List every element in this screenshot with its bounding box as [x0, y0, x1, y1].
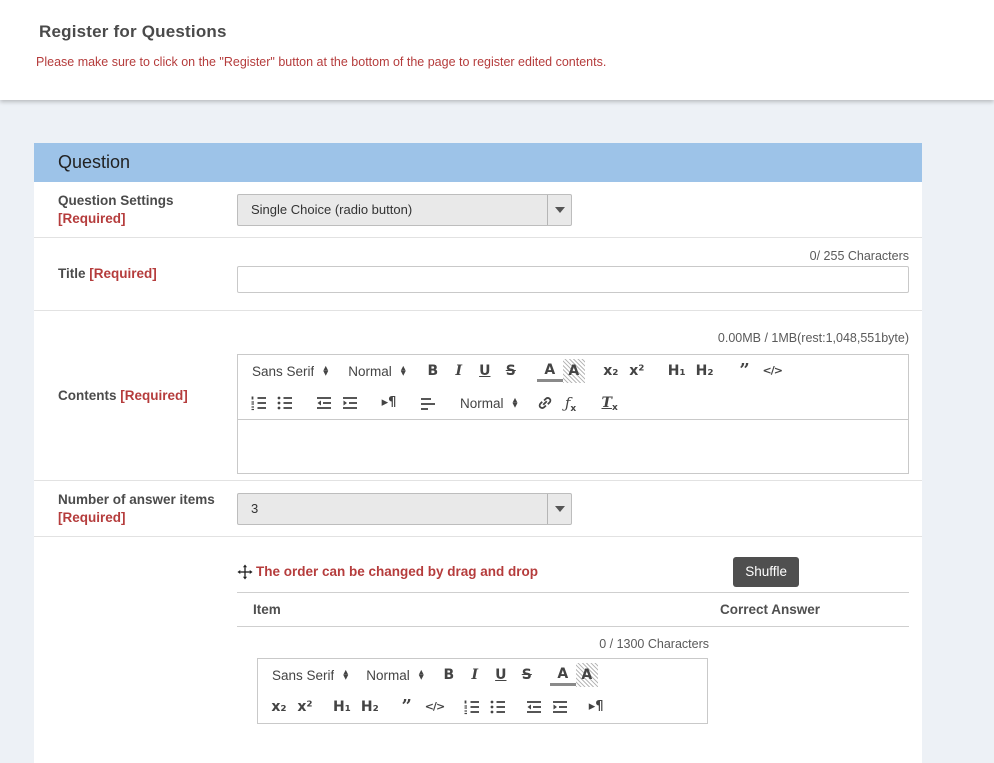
contents-editor: Sans Serif Normal B I U S A A	[237, 354, 909, 474]
superscript-button[interactable]: x²	[624, 359, 650, 383]
chevron-down-icon	[547, 494, 571, 524]
question-settings-select-value: Single Choice (radio button)	[251, 202, 412, 217]
bullet-list-icon[interactable]	[485, 695, 511, 719]
title-char-counter: 0/ 255 Characters	[237, 249, 909, 263]
text-direction-button[interactable]: ▸¶	[376, 391, 402, 415]
link-icon[interactable]	[532, 391, 558, 415]
underline-button[interactable]: U	[472, 359, 498, 383]
updown-arrows-icon	[323, 366, 328, 376]
bold-button[interactable]: B	[436, 663, 462, 687]
updown-arrows-icon	[513, 398, 518, 408]
page-header: Register for Questions Please make sure …	[0, 0, 994, 100]
highlight-color-button[interactable]: A	[576, 663, 598, 687]
shuffle-button[interactable]: Shuffle	[733, 557, 799, 587]
highlight-color-button[interactable]: A	[563, 359, 585, 383]
page-note: Please make sure to click on the "Regist…	[36, 55, 974, 69]
title-input[interactable]	[237, 266, 909, 293]
column-header-correct-answer: Correct Answer	[720, 602, 820, 617]
subscript-button[interactable]: x₂	[598, 359, 624, 383]
row-question-settings: Question Settings [Required] Single Choi…	[34, 182, 922, 238]
title-label: Title [Required]	[34, 238, 237, 310]
italic-button[interactable]: I	[462, 663, 488, 687]
contents-size-counter: 0.00MB / 1MB(rest:1,048,551byte)	[237, 331, 909, 345]
page-title: Register for Questions	[39, 22, 974, 42]
num-items-required-badge: [Required]	[58, 510, 126, 525]
contents-label: Contents [Required]	[34, 311, 237, 480]
code-block-button[interactable]: </>	[758, 359, 787, 383]
section-title: Question	[58, 152, 130, 173]
question-settings-label-text: Question Settings	[58, 192, 227, 210]
header1-button[interactable]: H₁	[663, 359, 691, 383]
title-label-text: Title	[58, 266, 86, 281]
size-select[interactable]: Normal	[366, 668, 424, 683]
updown-arrows-icon	[419, 670, 424, 680]
question-settings-label: Question Settings [Required]	[34, 182, 237, 237]
updown-arrows-icon	[401, 366, 406, 376]
subscript-button[interactable]: x₂	[266, 695, 292, 719]
drag-note-row: The order can be changed by drag and dro…	[237, 556, 909, 587]
question-settings-select[interactable]: Single Choice (radio button)	[237, 194, 572, 226]
outdent-icon[interactable]	[521, 695, 547, 719]
heading-select[interactable]: Normal	[348, 364, 406, 379]
align-icon[interactable]	[415, 391, 441, 415]
code-block-button[interactable]: </>	[420, 695, 449, 719]
row-title: Title [Required] 0/ 255 Characters	[34, 238, 922, 311]
clear-formatting-button[interactable]: Tx	[597, 391, 623, 415]
title-required-badge: [Required]	[89, 266, 157, 281]
size-select[interactable]: Normal	[460, 396, 518, 411]
row-number-of-answer-items: Number of answer items [Required] 3	[34, 481, 922, 537]
italic-button[interactable]: I	[446, 359, 472, 383]
text-color-button[interactable]: A	[537, 361, 563, 382]
strikethrough-button[interactable]: S	[514, 663, 540, 687]
column-header-item: Item	[237, 602, 281, 617]
num-items-select[interactable]: 3	[237, 493, 572, 525]
header2-button[interactable]: H₂	[356, 695, 384, 719]
indent-icon[interactable]	[337, 391, 363, 415]
superscript-button[interactable]: x²	[292, 695, 318, 719]
bold-button[interactable]: B	[420, 359, 446, 383]
indent-icon[interactable]	[547, 695, 573, 719]
underline-button[interactable]: U	[488, 663, 514, 687]
contents-editor-body[interactable]	[237, 420, 909, 474]
row-answer-items: The order can be changed by drag and dro…	[34, 537, 922, 724]
chevron-down-icon	[547, 195, 571, 225]
header2-button[interactable]: H₂	[691, 359, 719, 383]
question-settings-required-badge: [Required]	[58, 210, 227, 228]
contents-label-text: Contents	[58, 388, 117, 403]
outdent-icon[interactable]	[311, 391, 337, 415]
font-select[interactable]: Sans Serif	[252, 364, 328, 379]
drag-note-text: The order can be changed by drag and dro…	[256, 564, 538, 579]
formula-button[interactable]: ƒx	[558, 391, 584, 415]
font-select[interactable]: Sans Serif	[272, 668, 348, 683]
num-items-select-value: 3	[251, 501, 258, 516]
num-items-label-text: Number of answer items	[58, 492, 215, 507]
item-char-counter: 0 / 1300 Characters	[237, 637, 709, 651]
header1-button[interactable]: H₁	[328, 695, 356, 719]
contents-editor-toolbar: Sans Serif Normal B I U S A A	[237, 354, 909, 420]
ordered-list-icon[interactable]	[459, 695, 485, 719]
answer-item-editor-toolbar: Sans Serif Normal B I U S A A	[257, 658, 708, 724]
section-header-question: Question	[34, 143, 922, 182]
strikethrough-button[interactable]: S	[498, 359, 524, 383]
num-items-label: Number of answer items [Required]	[34, 481, 237, 536]
move-icon	[237, 560, 253, 584]
row-contents: Contents [Required] 0.00MB / 1MB(rest:1,…	[34, 311, 922, 481]
answer-table-header: Item Correct Answer	[237, 592, 909, 627]
contents-required-badge: [Required]	[120, 388, 188, 403]
ordered-list-icon[interactable]	[246, 391, 272, 415]
text-color-button[interactable]: A	[550, 665, 576, 686]
blockquote-button[interactable]: ”	[394, 695, 420, 719]
bullet-list-icon[interactable]	[272, 391, 298, 415]
text-direction-button[interactable]: ▸¶	[583, 695, 609, 719]
answer-item-editor: Sans Serif Normal B I U S A A	[257, 658, 708, 724]
blockquote-button[interactable]: ”	[732, 359, 758, 383]
question-form-card: Question Question Settings [Required] Si…	[34, 143, 922, 763]
updown-arrows-icon	[343, 670, 348, 680]
